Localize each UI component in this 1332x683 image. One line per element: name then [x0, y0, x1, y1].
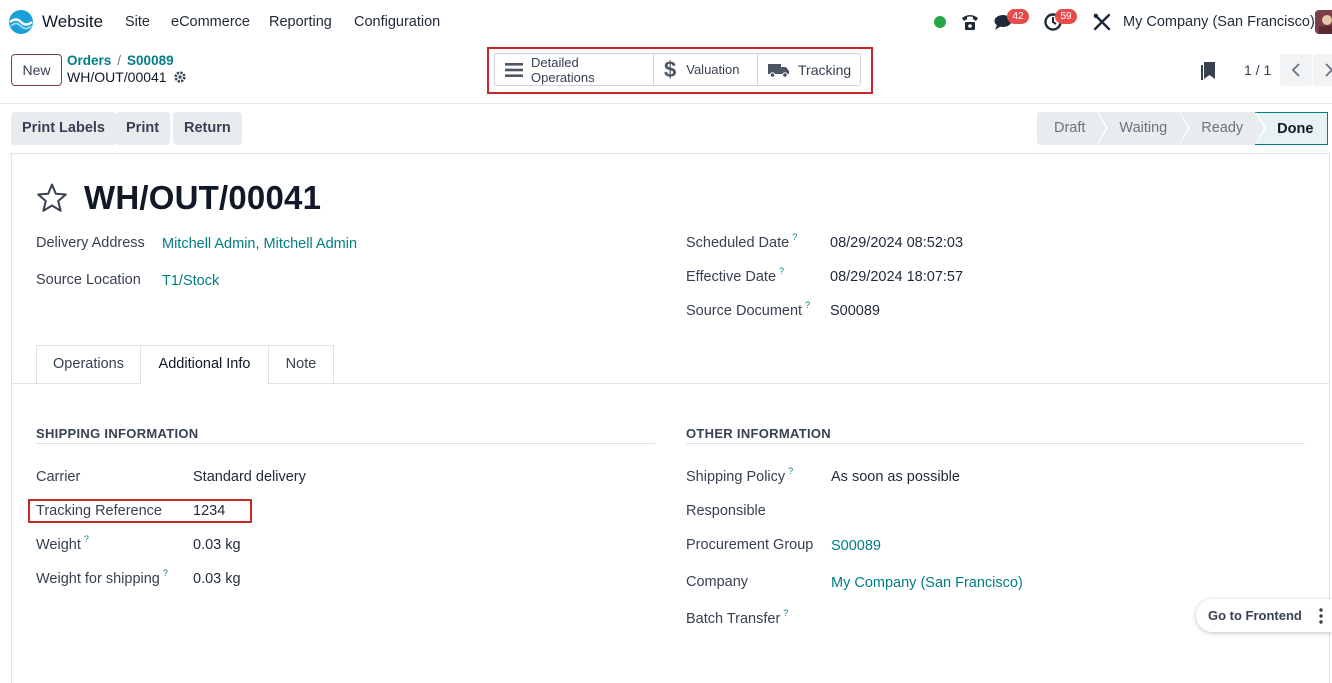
list-icon	[505, 62, 523, 78]
company-label: Company	[686, 574, 749, 590]
weight-for-shipping-label: Weight for shipping?	[36, 568, 168, 587]
scheduled-date-label: Scheduled Date?	[686, 232, 798, 251]
weight-unit: kg	[225, 537, 241, 553]
batch-transfer-label: Batch Transfer?	[686, 608, 789, 627]
breadcrumb-orders[interactable]: Orders	[67, 53, 111, 68]
phone-icon[interactable]	[960, 12, 980, 32]
chevron-left-icon	[1291, 63, 1300, 77]
carrier-field[interactable]: Standard delivery	[193, 469, 306, 485]
valuation-button[interactable]: $ Valuation	[654, 54, 758, 85]
star-icon[interactable]	[36, 182, 68, 214]
bookmark-icon[interactable]	[1200, 61, 1216, 81]
source-document-field[interactable]: S00089	[830, 303, 880, 319]
stage-waiting[interactable]: Waiting	[1097, 112, 1191, 145]
shipping-policy-field[interactable]: As soon as possible	[831, 469, 960, 485]
tracking-reference-label: Tracking Reference	[36, 503, 162, 519]
help-icon[interactable]: ?	[779, 266, 784, 276]
source-document-label: Source Document?	[686, 300, 811, 319]
tab-operations[interactable]: Operations	[36, 345, 141, 384]
more-options-icon[interactable]	[1311, 606, 1331, 626]
activities-badge: 59	[1055, 9, 1077, 24]
help-icon[interactable]: ?	[788, 466, 793, 476]
detailed-operations-label: Detailed Operations	[531, 54, 595, 85]
tools-icon[interactable]	[1092, 12, 1112, 32]
go-to-frontend-button[interactable]: Go to Frontend	[1196, 599, 1332, 632]
stage-draft[interactable]: Draft	[1037, 112, 1109, 145]
weight-field[interactable]: 0.03 kg	[193, 537, 241, 553]
go-to-frontend-label: Go to Frontend	[1208, 608, 1302, 623]
breadcrumb: Orders / S00089	[67, 53, 174, 68]
help-icon[interactable]: ?	[783, 608, 788, 618]
weight-shipping-unit: kg	[225, 571, 241, 587]
procurement-group-label: Procurement Group	[686, 537, 814, 553]
pager-previous-button[interactable]	[1280, 54, 1312, 86]
effective-date-field: 08/29/2024 18:07:57	[830, 269, 964, 285]
notebook-tabs: Operations Additional Info Note	[12, 345, 1330, 384]
messages-badge: 42	[1007, 9, 1029, 24]
menu-ecommerce[interactable]: eCommerce	[171, 14, 250, 30]
truck-icon	[768, 62, 790, 78]
weight-label: Weight?	[36, 534, 89, 553]
shipping-policy-label: Shipping Policy?	[686, 466, 794, 485]
carrier-label: Carrier	[36, 469, 81, 485]
chevron-right-icon	[1325, 63, 1332, 77]
detailed-operations-button[interactable]: Detailed Operations	[495, 54, 654, 85]
stage-pipeline: Draft Waiting Ready Done	[1037, 112, 1329, 145]
weight-for-shipping-field[interactable]: 0.03 kg	[193, 571, 241, 587]
source-location-label: Source Location	[36, 272, 141, 288]
breadcrumb-order[interactable]: S00089	[127, 53, 174, 68]
delivery-address-field[interactable]: Mitchell Admin, Mitchell Admin	[162, 236, 357, 252]
company-field[interactable]: My Company (San Francisco)	[831, 575, 1023, 591]
menu-site[interactable]: Site	[125, 14, 150, 30]
page-title: WH/OUT/00041	[84, 179, 322, 216]
company-switcher[interactable]: My Company (San Francisco)	[1123, 14, 1315, 30]
return-button[interactable]: Return	[173, 112, 242, 145]
breadcrumb-current: WH/OUT/00041	[67, 69, 167, 85]
shipping-information-heading: SHIPPING INFORMATION	[36, 426, 199, 441]
section-divider	[36, 443, 655, 444]
online-status-icon[interactable]	[934, 16, 946, 28]
control-panel: New Orders / S00089 WH/OUT/00041 Detailed …	[0, 44, 1332, 104]
gear-icon[interactable]	[173, 70, 187, 84]
section-divider	[686, 443, 1305, 444]
menu-reporting[interactable]: Reporting	[269, 14, 332, 30]
pager-value[interactable]: 1 / 1	[1244, 62, 1271, 78]
pager-next-button[interactable]	[1313, 54, 1332, 86]
user-avatar[interactable]	[1315, 10, 1332, 34]
help-icon[interactable]: ?	[163, 568, 168, 578]
status-bar: Print Labels Print Return Draft Waiting …	[0, 104, 1332, 154]
delivery-address-label: Delivery Address	[36, 235, 145, 251]
responsible-label: Responsible	[686, 503, 766, 519]
top-navbar: Website Site eCommerce Reporting Configu…	[0, 0, 1332, 44]
procurement-group-field[interactable]: S00089	[831, 538, 881, 554]
print-button[interactable]: Print	[115, 112, 171, 145]
app-name[interactable]: Website	[42, 12, 103, 32]
smart-buttons: Detailed Operations $ Valuation Tracking	[494, 53, 861, 86]
tab-additional-info[interactable]: Additional Info	[140, 345, 269, 384]
form-sheet	[11, 153, 1330, 683]
stage-ready[interactable]: Ready	[1179, 112, 1267, 145]
website-app-icon[interactable]	[8, 9, 34, 35]
tab-note[interactable]: Note	[268, 345, 334, 384]
tracking-reference-field[interactable]: 1234	[193, 503, 225, 519]
help-icon[interactable]: ?	[84, 534, 89, 544]
other-information-heading: OTHER INFORMATION	[686, 426, 831, 441]
print-labels-button[interactable]: Print Labels	[11, 112, 116, 145]
source-location-field[interactable]: T1/Stock	[162, 273, 219, 289]
valuation-label: Valuation	[686, 62, 740, 77]
help-icon[interactable]: ?	[805, 300, 810, 310]
tracking-label: Tracking	[798, 61, 852, 78]
dollar-icon: $	[664, 56, 677, 82]
scheduled-date-field[interactable]: 08/29/2024 08:52:03	[830, 235, 963, 251]
help-icon[interactable]: ?	[792, 232, 797, 242]
new-button[interactable]: New	[11, 54, 62, 86]
menu-configuration[interactable]: Configuration	[354, 14, 440, 30]
effective-date-label: Effective Date?	[686, 266, 785, 285]
tracking-button[interactable]: Tracking	[758, 54, 860, 85]
breadcrumb-separator: /	[117, 53, 122, 68]
